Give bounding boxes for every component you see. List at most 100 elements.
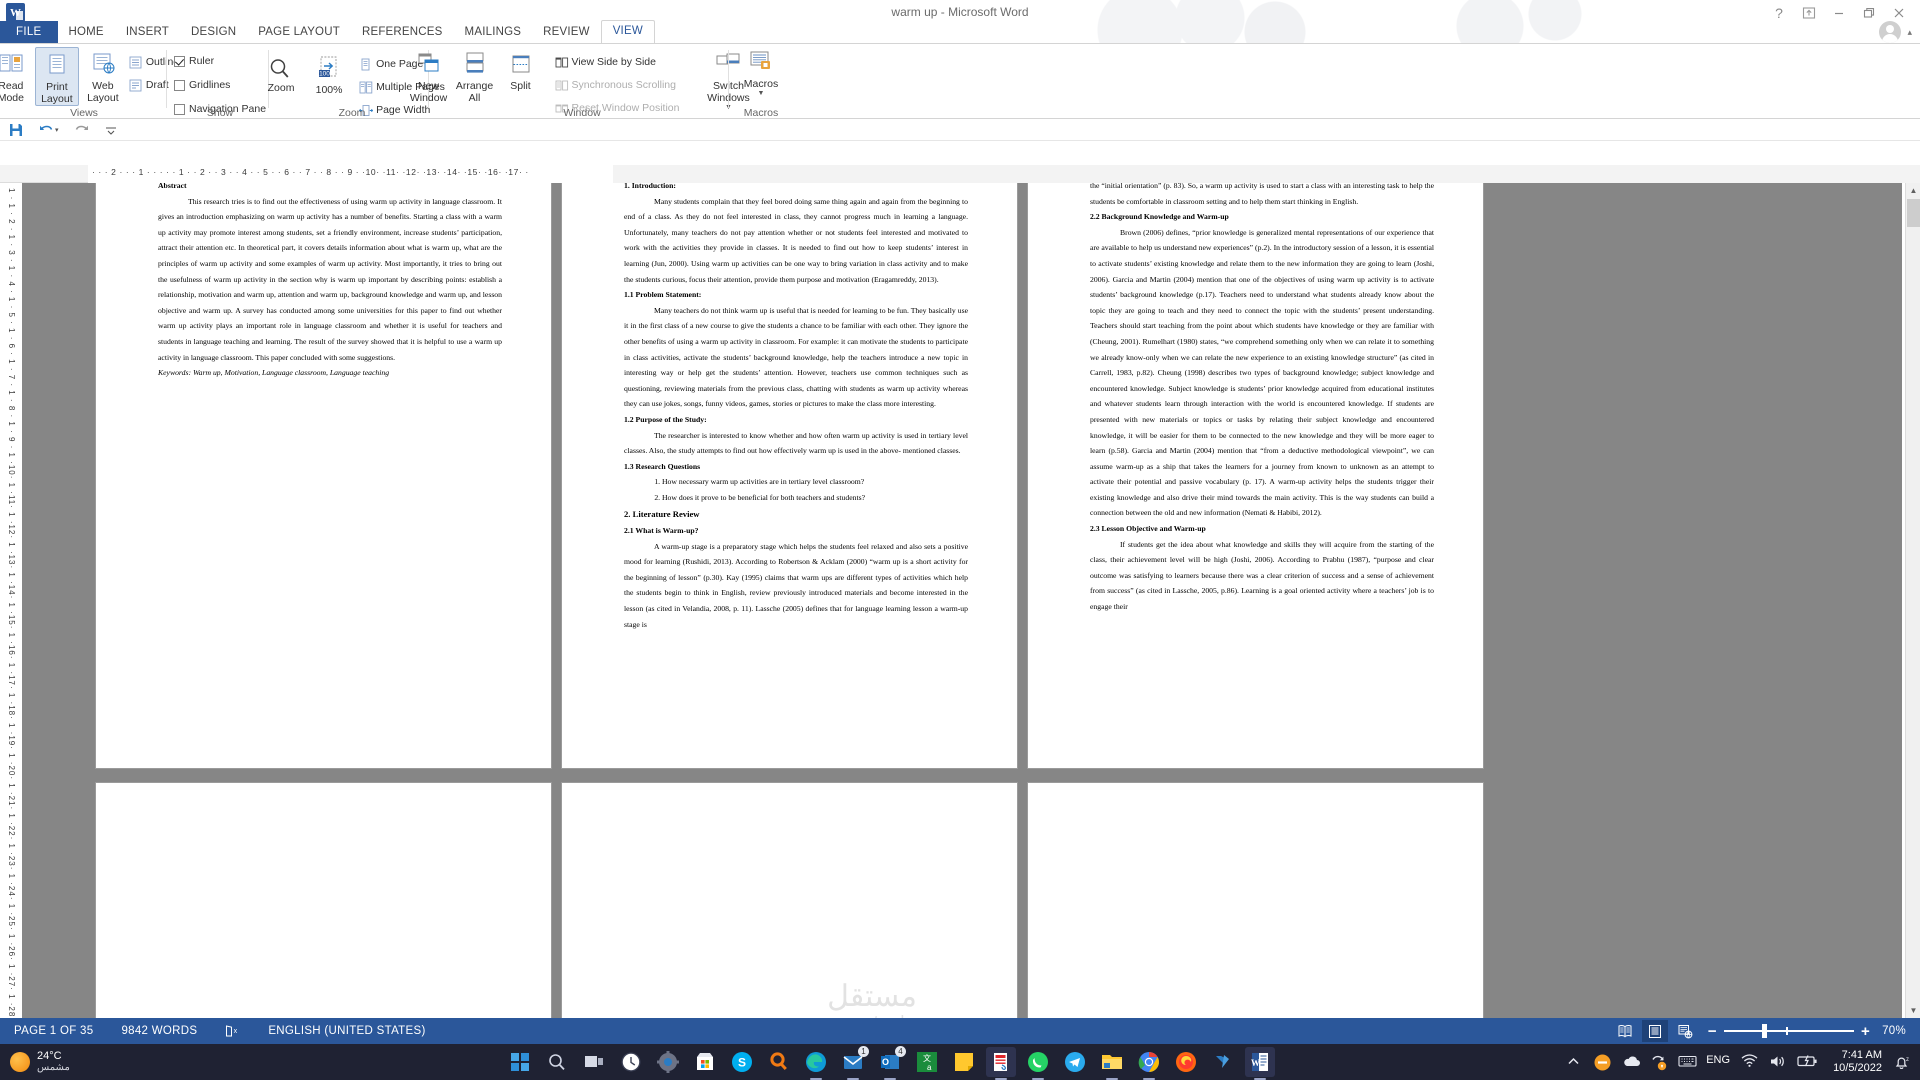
edge-icon[interactable] xyxy=(801,1047,831,1080)
group-label-window: Window xyxy=(563,107,601,119)
skype-icon[interactable]: S xyxy=(727,1047,757,1077)
ruler-checkbox-box[interactable] xyxy=(174,55,185,67)
web-layout-button[interactable]: Web Layout xyxy=(81,47,125,104)
start-button-icon[interactable] xyxy=(505,1047,535,1077)
minimize-icon[interactable] xyxy=(1824,0,1854,25)
mail-icon[interactable]: 1 xyxy=(838,1046,869,1080)
page-1-content[interactable]: Abstract This research tries is to find … xyxy=(158,183,502,381)
split-button[interactable]: Split xyxy=(499,47,543,92)
macros-button[interactable]: Macros ▼ xyxy=(733,44,789,98)
onedrive-icon[interactable] xyxy=(1622,1054,1641,1071)
tab-file[interactable]: FILE xyxy=(0,21,58,43)
clock[interactable]: 7:41 AM 10/5/2022 xyxy=(1833,1049,1882,1075)
page-3-content[interactable]: the “initial orientation” (p. 83). So, a… xyxy=(1090,183,1434,615)
redo-icon[interactable] xyxy=(74,122,90,138)
language-indicator[interactable]: ENG xyxy=(1706,1054,1730,1071)
show-hidden-icons-icon[interactable] xyxy=(1566,1054,1583,1071)
web-layout-view-icon[interactable] xyxy=(1672,1020,1698,1042)
outlook-icon[interactable]: O 4 xyxy=(875,1046,906,1080)
search-icon[interactable] xyxy=(542,1047,572,1077)
file-explorer-icon[interactable] xyxy=(1097,1047,1127,1080)
tab-references[interactable]: REFERENCES xyxy=(351,21,454,43)
arrange-all-button[interactable]: Arrange All xyxy=(453,47,497,104)
weather-widget[interactable]: 24°C مشمس xyxy=(0,1050,150,1074)
page-2-heading-literature-review: 2. Literature Review xyxy=(624,509,700,520)
horizontal-ruler[interactable]: · · · 2 · · · 1 · · · · · 1 · · 2 · · 3 … xyxy=(0,165,1920,349)
ribbon-display-options-icon[interactable] xyxy=(1794,0,1824,25)
status-bar: PAGE 1 OF 35 9842 WORDS x ENGLISH (UNITE… xyxy=(0,1018,1920,1044)
gridlines-checkbox[interactable]: Gridlines xyxy=(174,76,266,94)
zoom-button[interactable]: Zoom xyxy=(259,49,303,94)
document-page-6[interactable] xyxy=(1028,783,1483,1018)
ruler-checkbox[interactable]: Ruler xyxy=(174,52,266,70)
read-mode-view-icon[interactable] xyxy=(1612,1020,1638,1042)
wifi-icon[interactable] xyxy=(1741,1053,1758,1071)
vertical-scrollbar[interactable]: ▲ ▼ xyxy=(1905,183,1920,1018)
keyboard-icon[interactable] xyxy=(1678,1054,1697,1071)
volume-icon[interactable] xyxy=(1769,1054,1786,1071)
scrollbar-thumb[interactable] xyxy=(1907,199,1920,227)
gridlines-checkbox-box[interactable] xyxy=(174,79,185,91)
notifications-icon[interactable]: z xyxy=(1893,1054,1910,1071)
chrome-icon[interactable] xyxy=(1134,1047,1164,1080)
zoom-level[interactable]: 70% xyxy=(1870,1025,1906,1037)
telegram-icon[interactable] xyxy=(1060,1047,1090,1077)
zoom-out-button[interactable]: − xyxy=(1708,1023,1717,1040)
language-indicator[interactable]: ENGLISH (UNITED STATES) xyxy=(254,1025,439,1037)
microsoft-store-icon[interactable] xyxy=(690,1047,720,1077)
tab-mailings[interactable]: MAILINGS xyxy=(454,21,533,43)
cortana-icon[interactable] xyxy=(764,1047,794,1077)
vertical-ruler[interactable]: 1 · 1 · 2 · 1 · 3 · 1 · 4 · 1 · 5 · 1 · … xyxy=(3,188,19,1021)
svg-text:a: a xyxy=(927,1063,932,1072)
battery-icon[interactable] xyxy=(1797,1054,1819,1071)
word-taskbar-icon[interactable]: W xyxy=(1245,1047,1275,1080)
save-icon[interactable] xyxy=(8,122,24,138)
restore-icon[interactable] xyxy=(1854,0,1884,25)
word-count[interactable]: 9842 WORDS xyxy=(107,1025,211,1037)
document-page-3[interactable]: the “initial orientation” (p. 83). So, a… xyxy=(1028,183,1483,768)
tab-design[interactable]: DESIGN xyxy=(180,21,247,43)
collapse-ribbon-icon[interactable]: ▴ xyxy=(1907,27,1912,38)
tab-home[interactable]: HOME xyxy=(58,21,115,43)
view-side-by-side-button[interactable]: View Side by Side xyxy=(555,53,680,71)
customize-qat-icon[interactable] xyxy=(104,122,120,138)
document-page-4[interactable] xyxy=(96,783,551,1018)
print-layout-button[interactable]: Print Layout xyxy=(34,47,79,106)
document-page-5[interactable] xyxy=(562,783,1017,1018)
tray-app-orange-icon[interactable] xyxy=(1594,1054,1611,1071)
page-indicator[interactable]: PAGE 1 OF 35 xyxy=(0,1025,107,1037)
scroll-down-icon[interactable]: ▼ xyxy=(1906,1003,1920,1018)
tab-insert[interactable]: INSERT xyxy=(115,21,180,43)
whatsapp-icon[interactable] xyxy=(1023,1047,1053,1080)
tab-review[interactable]: REVIEW xyxy=(532,21,601,43)
macros-chevron-down-icon[interactable]: ▼ xyxy=(758,90,765,98)
settings-icon[interactable] xyxy=(653,1047,683,1077)
zoom-in-button[interactable]: + xyxy=(1861,1023,1870,1040)
sticky-notes-icon[interactable] xyxy=(949,1047,979,1077)
document-canvas[interactable]: Abstract This research tries is to find … xyxy=(22,183,1902,1018)
ruler-label: Ruler xyxy=(189,55,215,67)
tab-view[interactable]: VIEW xyxy=(600,20,655,43)
read-mode-button[interactable]: Read Mode xyxy=(0,47,33,104)
translator-icon[interactable]: 文a xyxy=(912,1047,942,1077)
page-2-content[interactable]: 1. Introduction: Many students complain … xyxy=(624,183,968,632)
update-icon[interactable] xyxy=(1650,1054,1667,1071)
document-page-1[interactable]: Abstract This research tries is to find … xyxy=(96,183,551,768)
task-view-icon[interactable] xyxy=(579,1047,609,1077)
yandex-icon[interactable] xyxy=(1208,1047,1238,1077)
zoom-slider-track[interactable] xyxy=(1723,1024,1854,1038)
scroll-up-icon[interactable]: ▲ xyxy=(1906,183,1920,198)
zoom-slider-thumb[interactable] xyxy=(1761,1024,1767,1038)
close-icon[interactable] xyxy=(1884,0,1914,25)
print-layout-view-icon[interactable] xyxy=(1641,1020,1668,1042)
firefox-icon[interactable] xyxy=(1171,1047,1201,1077)
clock-app-icon[interactable] xyxy=(616,1047,646,1077)
pdf-reader-icon[interactable] xyxy=(986,1047,1016,1080)
tab-page-layout[interactable]: PAGE LAYOUT xyxy=(247,21,351,43)
help-icon[interactable]: ? xyxy=(1764,0,1794,25)
undo-icon[interactable]: ▾ xyxy=(38,122,60,138)
proofing-errors-icon[interactable]: x xyxy=(211,1024,254,1038)
document-page-2[interactable]: 1. Introduction: Many students complain … xyxy=(562,183,1017,768)
zoom-100-button[interactable]: 100 100% xyxy=(307,49,351,96)
new-window-button[interactable]: New Window xyxy=(407,47,451,104)
